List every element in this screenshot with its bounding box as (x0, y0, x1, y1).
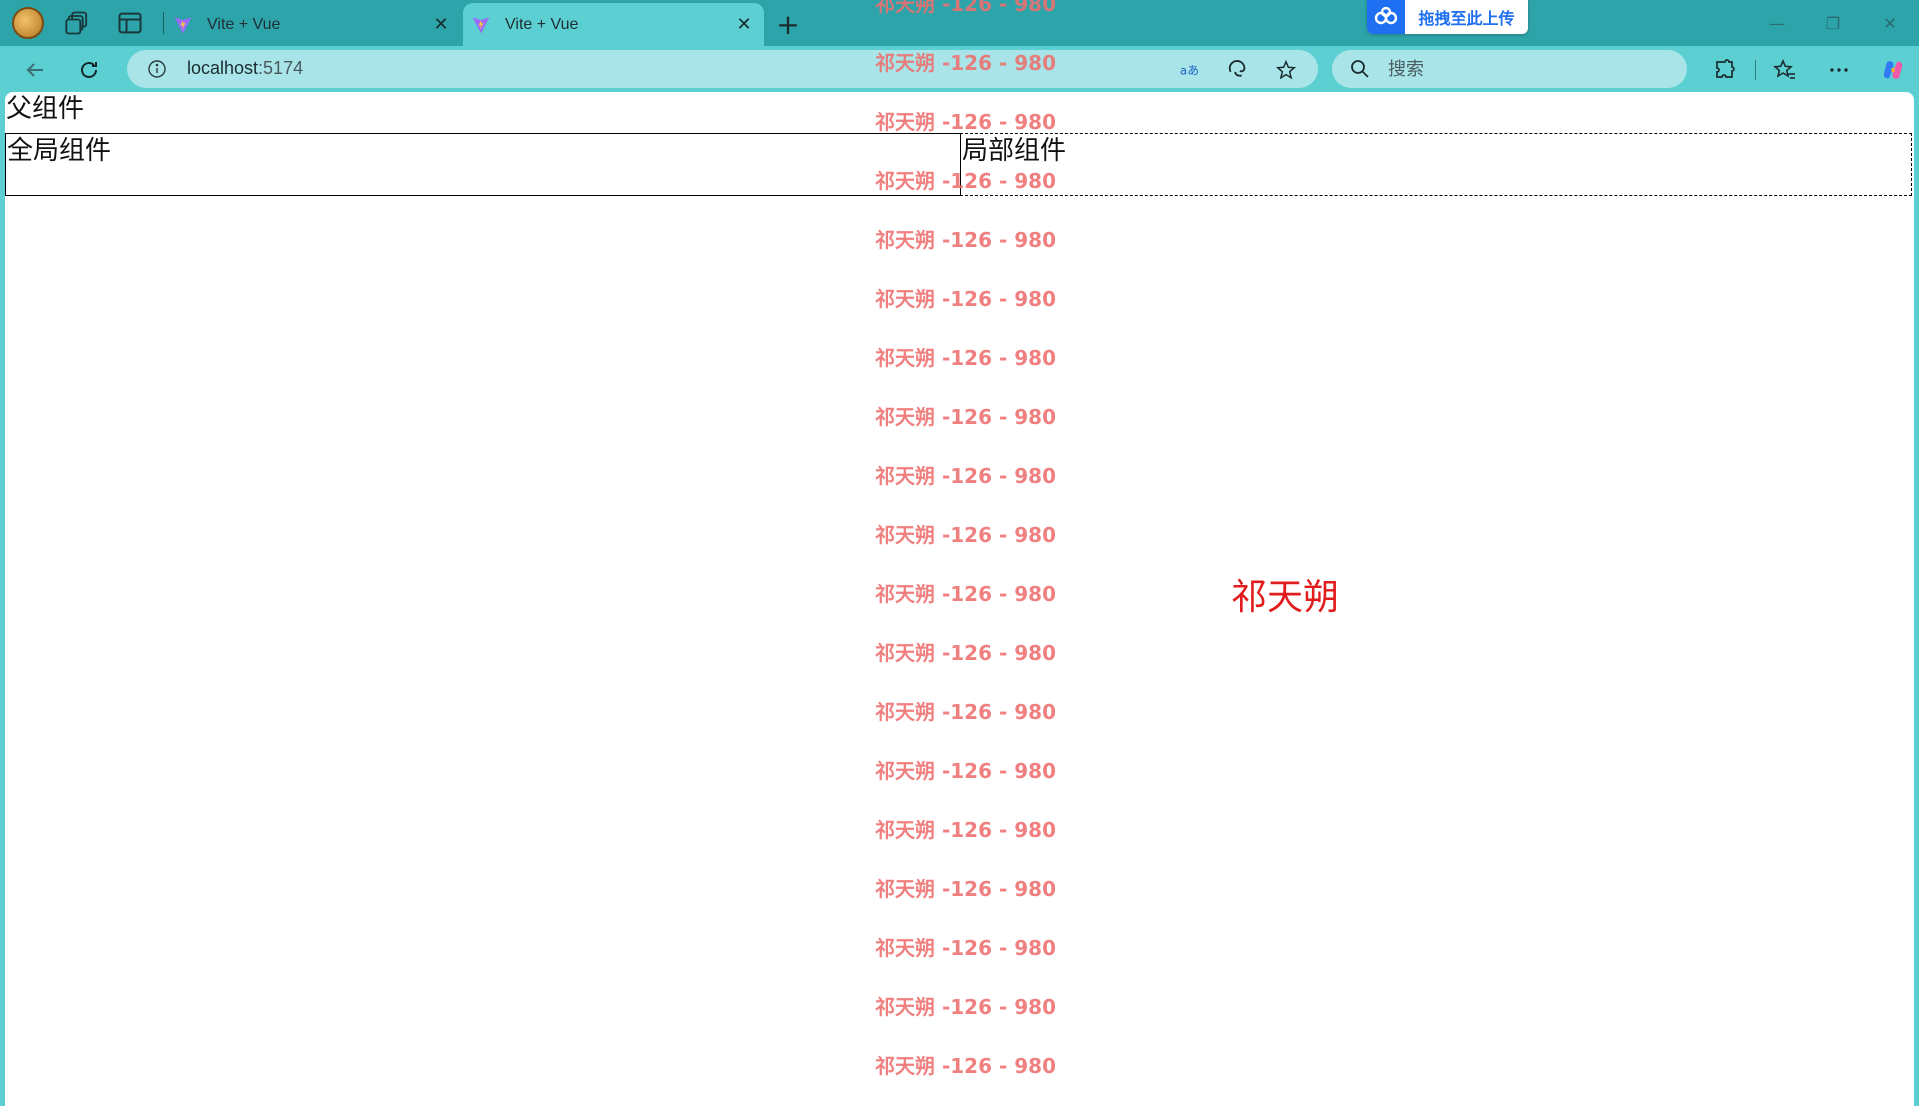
back-button[interactable] (18, 53, 52, 87)
page-viewport: 父组件 全局组件 局部组件 祁天朔 (5, 92, 1914, 1106)
address-bar[interactable]: localhost:5174 aあ (127, 50, 1318, 88)
restore-button[interactable]: ❐ (1813, 8, 1853, 38)
name-label: 祁天朔 (1231, 577, 1340, 618)
global-component-box: 全局组件 (5, 133, 961, 196)
search-icon (1351, 60, 1369, 78)
edge-icon[interactable] (1225, 57, 1251, 83)
cloud-upload-icon (1367, 0, 1405, 34)
tab-strip: Vite + Vue ✕ Vite + Vue ✕ + 拖拽至此上传 — ❐ ✕ (0, 0, 1919, 46)
profile-avatar[interactable] (12, 7, 44, 39)
search-input[interactable] (1388, 56, 1668, 82)
tab-close-icon[interactable]: ✕ (730, 11, 758, 39)
vertical-tabs-icon[interactable] (116, 9, 144, 37)
vite-favicon-icon (472, 17, 490, 33)
url-text[interactable]: localhost:5174 (187, 58, 303, 79)
copilot-icon[interactable] (1876, 53, 1910, 87)
search-box[interactable] (1332, 50, 1687, 88)
global-component-label: 全局组件 (7, 136, 112, 166)
toolbar-divider (1755, 60, 1756, 80)
favorite-star-icon[interactable] (1273, 57, 1299, 83)
new-tab-button[interactable]: + (772, 8, 804, 41)
upload-drop-widget[interactable]: 拖拽至此上传 (1367, 0, 1528, 34)
tab-vite-vue-1[interactable]: Vite + Vue ✕ (165, 3, 461, 46)
tab-title: Vite + Vue (505, 15, 579, 33)
browser-toolbar: localhost:5174 aあ (0, 46, 1919, 92)
refresh-button[interactable] (72, 53, 106, 87)
tab-separator (163, 12, 164, 34)
close-window-button[interactable]: ✕ (1870, 8, 1910, 38)
tab-vite-vue-2[interactable]: Vite + Vue ✕ (463, 3, 764, 46)
upload-label: 拖拽至此上传 (1418, 9, 1515, 28)
minimize-button[interactable]: — (1757, 8, 1797, 38)
workspaces-icon[interactable] (64, 9, 92, 37)
translate-icon[interactable]: aあ (1177, 57, 1203, 83)
tab-close-icon[interactable]: ✕ (427, 11, 455, 39)
url-host: localhost (187, 58, 259, 78)
extensions-icon[interactable] (1708, 53, 1742, 87)
site-info-icon[interactable] (147, 59, 167, 79)
parent-component-title: 父组件 (6, 94, 85, 124)
more-menu-icon[interactable] (1822, 53, 1856, 87)
svg-text:aあ: aあ (1180, 64, 1199, 78)
tab-title: Vite + Vue (207, 15, 281, 33)
url-port: :5174 (258, 58, 304, 78)
local-component-box: 局部组件 (960, 133, 1912, 196)
local-component-label: 局部组件 (962, 136, 1067, 166)
vite-favicon-icon (174, 17, 192, 33)
favorites-icon[interactable] (1768, 53, 1802, 87)
